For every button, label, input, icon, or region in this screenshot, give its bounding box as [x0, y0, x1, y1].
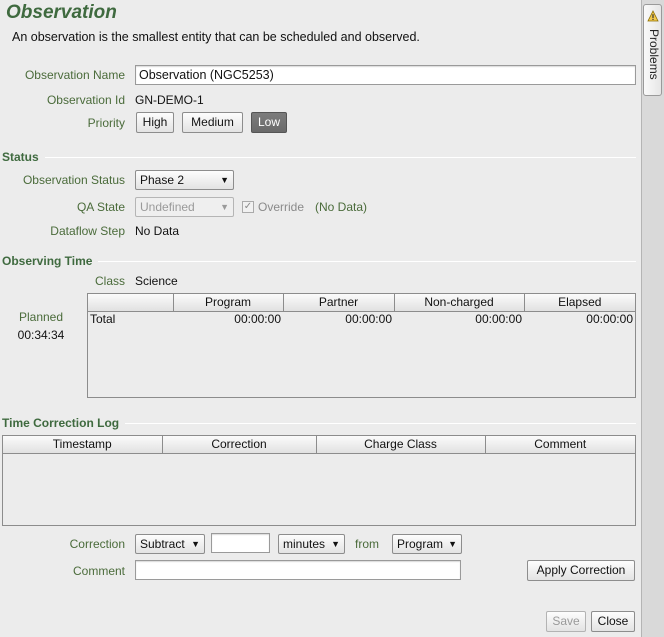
qa-no-data-note: (No Data)	[315, 200, 368, 214]
column-header-row-label	[88, 294, 174, 312]
observation-status-value: Phase 2	[140, 173, 185, 187]
observation-id-value: GN-DEMO-1	[135, 93, 204, 107]
charge-class-select[interactable]: Program ▼	[392, 534, 462, 554]
column-header-program[interactable]: Program	[173, 294, 284, 312]
class-value: Science	[135, 274, 178, 288]
planned-value: 00:34:34	[17, 328, 65, 342]
column-header-charge-class[interactable]: Charge Class	[316, 436, 486, 454]
correction-operation-value: Subtract	[140, 537, 185, 551]
priority-medium-button[interactable]: Medium	[182, 112, 243, 133]
table-cell: 00:00:00	[234, 312, 281, 327]
close-button[interactable]: Close	[591, 611, 635, 632]
chevron-down-icon: ▼	[220, 175, 229, 185]
priority-label: Priority	[87, 116, 125, 130]
comment-input[interactable]	[135, 560, 461, 580]
column-header-elapsed[interactable]: Elapsed	[524, 294, 635, 312]
chevron-down-icon: ▼	[331, 539, 340, 549]
charge-class-value: Program	[397, 537, 444, 551]
time-correction-table: Timestamp Correction Charge Class Commen…	[2, 435, 636, 526]
correction-amount-input[interactable]	[211, 533, 270, 553]
override-checkbox[interactable]: ✓	[242, 201, 254, 213]
priority-low-button[interactable]: Low	[251, 112, 287, 133]
problems-tab-label: Problems	[647, 29, 661, 80]
page-subtitle: An observation is the smallest entity th…	[12, 30, 420, 44]
status-section-title: Status	[2, 150, 45, 164]
table-cell: 00:00:00	[475, 312, 522, 327]
observing-time-section-title: Observing Time	[2, 254, 99, 268]
table-cell: 00:00:00	[586, 312, 633, 327]
chevron-down-icon: ▼	[448, 539, 457, 549]
status-divider	[2, 157, 636, 158]
correction-unit-value: minutes	[283, 537, 326, 551]
apply-correction-button[interactable]: Apply Correction	[527, 560, 635, 581]
correction-label: Correction	[69, 537, 125, 551]
chevron-down-icon: ▼	[220, 202, 229, 212]
priority-high-button[interactable]: High	[136, 112, 174, 133]
column-header-timestamp[interactable]: Timestamp	[3, 436, 163, 454]
column-header-partner[interactable]: Partner	[283, 294, 395, 312]
planned-label: Planned	[18, 310, 64, 324]
page-title: Observation	[6, 2, 117, 23]
warning-icon	[647, 10, 659, 22]
dataflow-step-value: No Data	[135, 224, 180, 238]
dataflow-step-label: Dataflow Step	[50, 224, 125, 238]
observing-time-table: Program Partner Non-charged Elapsed Tota…	[87, 293, 636, 398]
observation-status-label: Observation Status	[22, 173, 125, 187]
table-cell: Total	[90, 312, 116, 327]
qa-state-label: QA State	[76, 200, 125, 214]
table-row[interactable]: Total 00:00:00 00:00:00 00:00:00 00:00:0…	[88, 311, 635, 327]
qa-state-value: Undefined	[140, 200, 195, 214]
class-label: Class	[94, 274, 125, 288]
column-header-comment[interactable]: Comment	[485, 436, 635, 454]
correction-unit-select[interactable]: minutes ▼	[278, 534, 345, 554]
override-label: Override	[258, 200, 305, 214]
column-header-non-charged[interactable]: Non-charged	[394, 294, 525, 312]
correction-operation-select[interactable]: Subtract ▼	[135, 534, 205, 554]
table-cell: 00:00:00	[345, 312, 392, 327]
chevron-down-icon: ▼	[191, 539, 200, 549]
time-correction-section-title: Time Correction Log	[2, 416, 126, 430]
from-label: from	[355, 537, 379, 551]
comment-label: Comment	[72, 564, 125, 578]
problems-tab[interactable]: Problems	[643, 4, 662, 96]
observation-status-select[interactable]: Phase 2 ▼	[135, 170, 234, 190]
save-button[interactable]: Save	[546, 611, 586, 632]
qa-state-select[interactable]: Undefined ▼	[135, 197, 234, 217]
observation-name-input[interactable]: Observation (NGC5253)	[135, 65, 636, 85]
column-header-correction[interactable]: Correction	[162, 436, 317, 454]
observation-name-label: Observation Name	[24, 68, 125, 82]
observation-id-label: Observation Id	[46, 93, 125, 107]
